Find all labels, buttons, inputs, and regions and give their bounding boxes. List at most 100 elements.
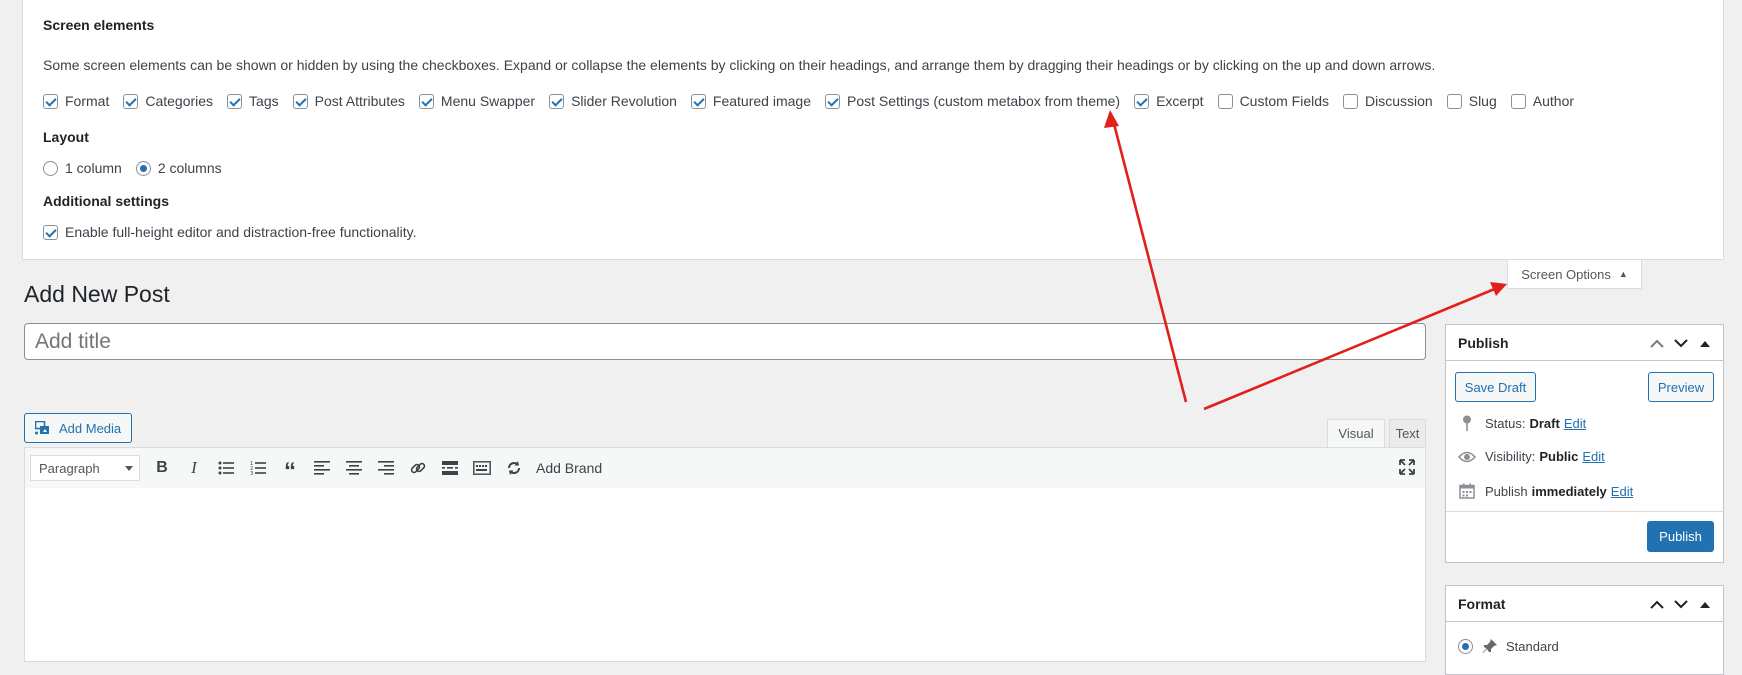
edit-schedule-link[interactable]: Edit — [1611, 484, 1633, 499]
layout-1-column-radio[interactable] — [43, 160, 58, 176]
post-title-input[interactable] — [24, 323, 1426, 360]
tab-text[interactable]: Text — [1389, 419, 1426, 448]
add-media-label: Add Media — [59, 420, 122, 436]
add-media-button[interactable]: Add Media — [24, 413, 133, 443]
screen-element-checkbox[interactable] — [690, 93, 706, 109]
screen-element-option[interactable]: Format — [43, 93, 109, 109]
screen-element-option[interactable]: Categories — [123, 93, 213, 109]
publish-schedule-value: immediately — [1531, 483, 1607, 499]
screen-element-checkbox[interactable] — [1134, 93, 1150, 109]
screen-elements-checkboxes: Format Categories Tags Post Attributes Menu … — [43, 93, 1588, 109]
screen-element-checkbox[interactable] — [227, 93, 243, 109]
svg-text:3: 3 — [250, 471, 253, 475]
screen-element-label: Post Attributes — [314, 93, 405, 109]
italic-icon[interactable]: I — [178, 453, 210, 483]
align-left-icon[interactable] — [306, 453, 338, 483]
move-down-icon[interactable] — [1669, 594, 1693, 614]
screen-element-label: Slug — [1468, 93, 1497, 109]
screen-elements-heading: Screen elements — [43, 17, 155, 33]
screen-element-option[interactable]: Author — [1510, 93, 1575, 109]
numbered-list-icon[interactable]: 123 — [242, 453, 274, 483]
screen-options-panel: Screen elements Some screen elements can… — [22, 0, 1724, 260]
screen-element-option[interactable]: Excerpt — [1134, 93, 1204, 109]
layout-2-columns-label: 2 columns — [157, 160, 222, 176]
screen-element-option[interactable]: Post Settings (custom metabox from theme… — [824, 93, 1120, 109]
move-up-icon[interactable] — [1645, 333, 1669, 353]
calendar-icon — [1458, 483, 1476, 499]
visibility-value: Public — [1539, 449, 1579, 464]
screen-element-checkbox[interactable] — [824, 93, 840, 109]
bullet-list-icon[interactable] — [210, 453, 242, 483]
screen-element-option[interactable]: Slider Revolution — [549, 93, 677, 109]
layout-2-columns[interactable]: 2 columns — [135, 160, 222, 176]
format-standard-option[interactable]: Standard — [1458, 638, 1559, 654]
screen-element-label: Tags — [249, 93, 279, 109]
screen-element-checkbox[interactable] — [418, 93, 434, 109]
toolbar-toggle-icon[interactable] — [466, 453, 498, 483]
screen-element-option[interactable]: Post Attributes — [292, 93, 405, 109]
collapse-toggle-icon[interactable] — [1693, 594, 1717, 614]
visibility-row: Visibility: Public Edit — [1458, 449, 1605, 464]
format-standard-radio[interactable] — [1458, 638, 1473, 654]
save-draft-button[interactable]: Save Draft — [1455, 372, 1536, 402]
layout-2-columns-radio[interactable] — [135, 160, 151, 176]
publish-box-header: Publish — [1446, 325, 1723, 361]
page-title: Add New Post — [24, 281, 170, 307]
bold-icon[interactable]: B — [146, 453, 178, 483]
fullheight-editor-checkbox[interactable] — [43, 224, 58, 240]
screen-element-option[interactable]: Custom Fields — [1217, 93, 1329, 109]
edit-status-link[interactable]: Edit — [1564, 416, 1586, 431]
screen-element-checkbox[interactable] — [1510, 93, 1526, 109]
screen-element-option[interactable]: Featured image — [690, 93, 811, 109]
screen-options-label: Screen Options — [1521, 266, 1611, 282]
layout-1-column[interactable]: 1 column — [43, 160, 122, 176]
screen-element-checkbox[interactable] — [123, 93, 139, 109]
fullscreen-icon[interactable] — [1399, 459, 1415, 478]
align-right-icon[interactable] — [370, 453, 402, 483]
collapse-toggle-icon[interactable] — [1693, 333, 1717, 353]
add-media-icon — [35, 420, 49, 434]
status-label: Status: — [1485, 415, 1526, 431]
screen-element-label: Slider Revolution — [571, 93, 677, 109]
screen-element-option[interactable]: Discussion — [1343, 93, 1433, 109]
blockquote-icon[interactable]: “ — [274, 453, 306, 484]
screen-element-label: Menu Swapper — [440, 93, 536, 109]
publish-box-title: Publish — [1458, 334, 1509, 351]
screen-element-label: Author — [1532, 93, 1575, 109]
screen-element-label: Categories — [145, 93, 214, 109]
layout-1-column-label: 1 column — [65, 160, 122, 176]
screen-options-toggle[interactable]: Screen Options ▲ — [1507, 260, 1642, 289]
screen-element-option[interactable]: Tags — [227, 93, 279, 109]
screen-element-checkbox[interactable] — [292, 93, 308, 109]
pin-icon — [1458, 415, 1476, 431]
preview-button[interactable]: Preview — [1648, 372, 1714, 402]
screen-element-checkbox[interactable] — [1217, 93, 1233, 109]
editor-toolbar: Paragraph B I 123 “ Add Brand — [24, 447, 1426, 489]
publish-box-divider — [1446, 511, 1723, 512]
screen-element-checkbox[interactable] — [549, 93, 565, 109]
visibility-label: Visibility: — [1485, 449, 1536, 464]
refresh-icon[interactable] — [498, 453, 530, 483]
read-more-icon[interactable] — [434, 453, 466, 483]
align-center-icon[interactable] — [338, 453, 370, 483]
tab-visual[interactable]: Visual — [1327, 419, 1385, 448]
add-brand-button[interactable]: Add Brand — [536, 460, 602, 476]
screen-element-option[interactable]: Menu Swapper — [418, 93, 536, 109]
screen-element-checkbox[interactable] — [1343, 93, 1359, 109]
fullheight-editor-option[interactable]: Enable full-height editor and distractio… — [43, 224, 417, 240]
post-content-editor[interactable] — [24, 488, 1426, 662]
paragraph-format-select[interactable]: Paragraph — [30, 455, 140, 481]
publish-button[interactable]: Publish — [1647, 521, 1714, 552]
edit-visibility-link[interactable]: Edit — [1582, 449, 1604, 464]
move-down-icon[interactable] — [1669, 333, 1693, 353]
link-icon[interactable] — [402, 453, 434, 483]
screen-element-checkbox[interactable] — [43, 93, 58, 109]
pushpin-icon — [1482, 638, 1498, 654]
screen-element-label: Excerpt — [1156, 93, 1204, 109]
fullheight-editor-label: Enable full-height editor and distractio… — [65, 224, 417, 240]
move-up-icon[interactable] — [1645, 594, 1669, 614]
screen-element-label: Format — [65, 93, 110, 109]
screen-element-option[interactable]: Slug — [1446, 93, 1497, 109]
screen-elements-description: Some screen elements can be shown or hid… — [43, 57, 1436, 73]
screen-element-checkbox[interactable] — [1446, 93, 1462, 109]
